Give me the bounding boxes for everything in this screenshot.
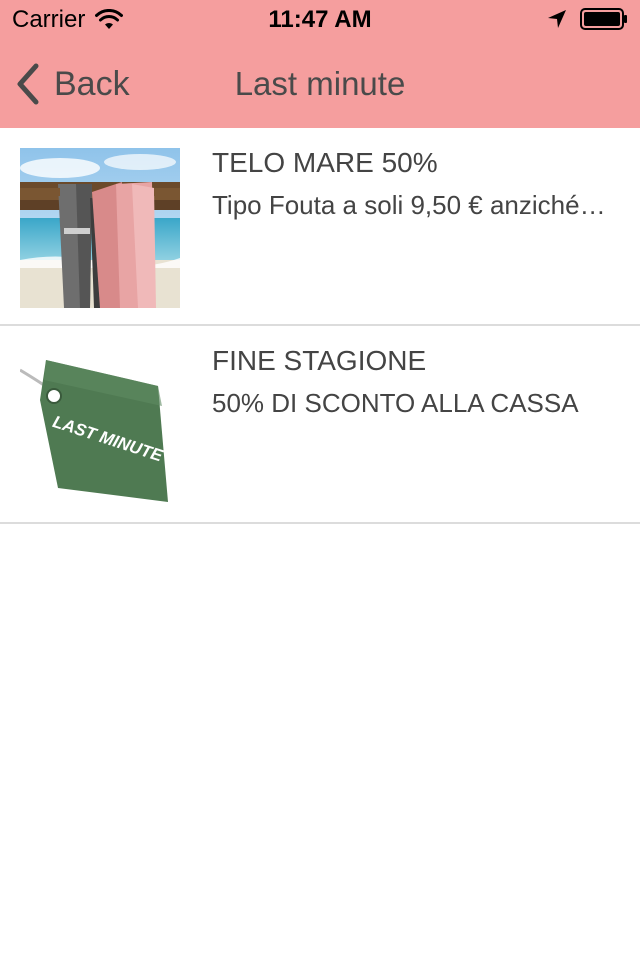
- list-item[interactable]: LAST MINUTE FINE STAGIONE 50% DI SCONTO …: [0, 326, 640, 524]
- item-subtitle: Tipo Fouta a soli 9,50 € anziché 19,00 €: [212, 190, 608, 220]
- navigation-bar: Back Last minute: [0, 40, 640, 128]
- status-right: [546, 8, 628, 30]
- battery-icon: [580, 8, 627, 30]
- item-title: FINE STAGIONE: [212, 345, 427, 376]
- beach-towels-image: [20, 148, 180, 308]
- offers-list: TELO MARE 50% Tipo Fouta a soli 9,50 € a…: [0, 128, 640, 524]
- last-minute-tag-image: LAST MINUTE: [20, 346, 180, 506]
- page-title: Last minute: [234, 65, 406, 102]
- item-subtitle: 50% DI SCONTO ALLA CASSA: [212, 388, 579, 418]
- clock: 11:47 AM: [268, 6, 372, 33]
- list-item[interactable]: TELO MARE 50% Tipo Fouta a soli 9,50 € a…: [0, 128, 640, 326]
- location-arrow-icon: [548, 10, 566, 28]
- header: Carrier 11:47 AM Back Last minute: [0, 0, 640, 128]
- status-bar: Carrier 11:47 AM: [0, 0, 640, 40]
- item-title: TELO MARE 50%: [212, 147, 438, 178]
